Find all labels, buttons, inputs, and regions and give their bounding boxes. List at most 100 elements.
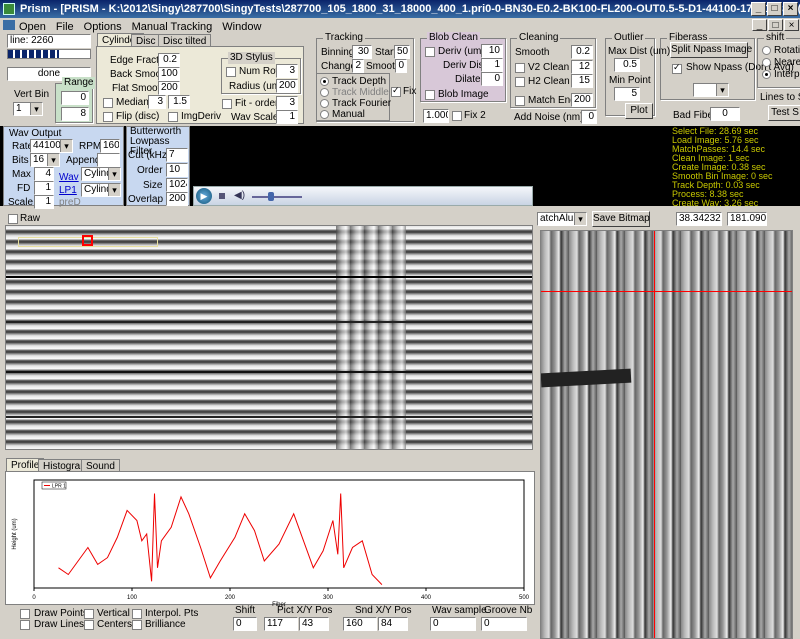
- fd-field[interactable]: 1: [34, 181, 54, 195]
- vert-bin-select[interactable]: 1: [13, 102, 43, 116]
- mdi-close-button[interactable]: ×: [784, 19, 799, 31]
- match-ends-field[interactable]: 200: [571, 93, 593, 107]
- rpm-field[interactable]: 160: [100, 139, 120, 153]
- blob-deriv-label: Deriv (um): [438, 46, 485, 57]
- v2-clean-checkbox[interactable]: [515, 63, 525, 73]
- deriv-dist-field[interactable]: 1: [481, 58, 503, 72]
- groove-nb-label: Groove Nb: [484, 605, 533, 616]
- test-shift-button[interactable]: Test S: [768, 105, 800, 121]
- wav-sample-field[interactable]: 0: [430, 617, 476, 631]
- nearest-radio[interactable]: [762, 58, 771, 67]
- fit-order-field[interactable]: 3: [276, 96, 298, 110]
- rotation-radio[interactable]: [762, 46, 771, 55]
- overlap-field[interactable]: 200: [166, 192, 188, 206]
- play-icon[interactable]: ▶: [196, 188, 212, 204]
- cursor-marker[interactable]: [82, 235, 93, 246]
- imgderiv-checkbox[interactable]: [168, 112, 178, 122]
- wav-scale-field[interactable]: 1: [276, 110, 298, 124]
- median-field-1[interactable]: 3: [148, 95, 166, 109]
- h2-clean-checkbox[interactable]: [515, 77, 525, 87]
- wav-link[interactable]: Wav: [59, 172, 79, 184]
- flat-smooth-field[interactable]: 200: [158, 81, 180, 95]
- menu-options[interactable]: Options: [84, 21, 122, 33]
- range-field-2[interactable]: 8: [61, 107, 89, 121]
- size-field[interactable]: 1024: [166, 178, 188, 192]
- tracking-smooth-field[interactable]: 0: [395, 59, 407, 73]
- rate-select[interactable]: 44100: [30, 139, 73, 153]
- cylinder-select-2[interactable]: Cylinde: [81, 183, 121, 197]
- scale-field[interactable]: 1: [34, 195, 54, 209]
- interpol-pts-checkbox[interactable]: [132, 609, 142, 619]
- volume-handle[interactable]: [268, 192, 274, 201]
- cylinder-select-1[interactable]: Cylinde: [81, 167, 121, 181]
- change-field[interactable]: 2: [352, 59, 364, 73]
- menu-open[interactable]: Open: [19, 21, 46, 33]
- append-field[interactable]: [97, 153, 120, 167]
- blob-value-field[interactable]: 1.000: [423, 109, 449, 123]
- shift-field[interactable]: 0: [233, 617, 257, 631]
- close-button[interactable]: ×: [783, 2, 798, 16]
- min-point-field[interactable]: 5: [614, 87, 640, 101]
- cut-field[interactable]: 7: [166, 148, 188, 162]
- fix2-checkbox[interactable]: [452, 111, 462, 121]
- match-align-select[interactable]: atchAlu: [537, 212, 587, 226]
- mdi-minimize-button[interactable]: _: [752, 19, 767, 31]
- plot-button[interactable]: Plot: [625, 103, 653, 119]
- brilliance-checkbox[interactable]: [132, 620, 142, 630]
- stop-icon[interactable]: [219, 193, 225, 199]
- groove-image[interactable]: [5, 225, 533, 450]
- median-checkbox[interactable]: [103, 98, 113, 108]
- blob-deriv-field[interactable]: 10: [481, 44, 503, 58]
- maximize-button[interactable]: □: [767, 2, 782, 16]
- dilate-field[interactable]: 0: [481, 72, 503, 86]
- num-row-field[interactable]: 3: [276, 64, 298, 78]
- range-field-1[interactable]: 0: [61, 91, 89, 105]
- lp1-link[interactable]: LP1: [59, 185, 77, 197]
- radius-field[interactable]: 200: [276, 79, 298, 93]
- minimize-button[interactable]: _: [751, 2, 766, 16]
- centers-checkbox[interactable]: [84, 620, 94, 630]
- draw-points-checkbox[interactable]: [20, 609, 30, 619]
- max-dist-field[interactable]: 0.5: [614, 58, 640, 72]
- binning-field[interactable]: 30: [352, 45, 372, 59]
- num-row-checkbox[interactable]: [226, 67, 236, 77]
- manual-radio[interactable]: [320, 110, 329, 119]
- median-field-2[interactable]: 1.5: [168, 95, 190, 109]
- menu-window[interactable]: Window: [222, 21, 261, 33]
- raw-checkbox[interactable]: [8, 214, 18, 224]
- vertical-checkbox[interactable]: [84, 609, 94, 619]
- back-smooth-field[interactable]: 100: [158, 67, 180, 81]
- save-bitmap-button[interactable]: Save Bitmap: [592, 211, 650, 227]
- detail-image[interactable]: [540, 230, 793, 639]
- track-depth-radio[interactable]: [320, 77, 329, 86]
- max-field[interactable]: 4: [34, 167, 54, 181]
- start-field[interactable]: 50: [394, 45, 410, 59]
- draw-lines-checkbox[interactable]: [20, 620, 30, 630]
- track-middle-radio[interactable]: [320, 88, 329, 97]
- bad-fiber-field[interactable]: 0: [710, 107, 740, 121]
- v2-clean-field[interactable]: 12: [571, 60, 593, 74]
- h2-clean-field[interactable]: 15: [571, 74, 593, 88]
- fix-checkbox[interactable]: [391, 85, 401, 97]
- show-npass-checkbox[interactable]: [672, 62, 682, 74]
- blob-image-checkbox[interactable]: [425, 90, 435, 100]
- edge-fraction-field[interactable]: 0.2: [158, 53, 180, 67]
- blob-deriv-checkbox[interactable]: [425, 47, 435, 57]
- npass-select[interactable]: [693, 83, 729, 97]
- clean-smooth-field[interactable]: 0.2: [571, 45, 593, 59]
- volume-track[interactable]: [252, 196, 302, 198]
- track-fourier-radio[interactable]: [320, 99, 329, 108]
- menu-file[interactable]: File: [56, 21, 74, 33]
- flip-disc-checkbox[interactable]: [103, 112, 113, 122]
- order-field[interactable]: 10: [166, 163, 188, 177]
- bits-select[interactable]: 16: [30, 153, 60, 167]
- menu-manual-tracking[interactable]: Manual Tracking: [132, 21, 213, 33]
- mdi-restore-button[interactable]: □: [768, 19, 783, 31]
- add-noise-field[interactable]: 0: [581, 110, 597, 124]
- split-npass-button[interactable]: Split Npass Image: [670, 42, 752, 58]
- match-ends-checkbox[interactable]: [515, 96, 525, 106]
- fit-order-checkbox[interactable]: [222, 99, 232, 109]
- interpolate-radio[interactable]: [762, 70, 771, 79]
- volume-icon[interactable]: ◀): [234, 190, 245, 201]
- groove-nb-field[interactable]: 0: [481, 617, 527, 631]
